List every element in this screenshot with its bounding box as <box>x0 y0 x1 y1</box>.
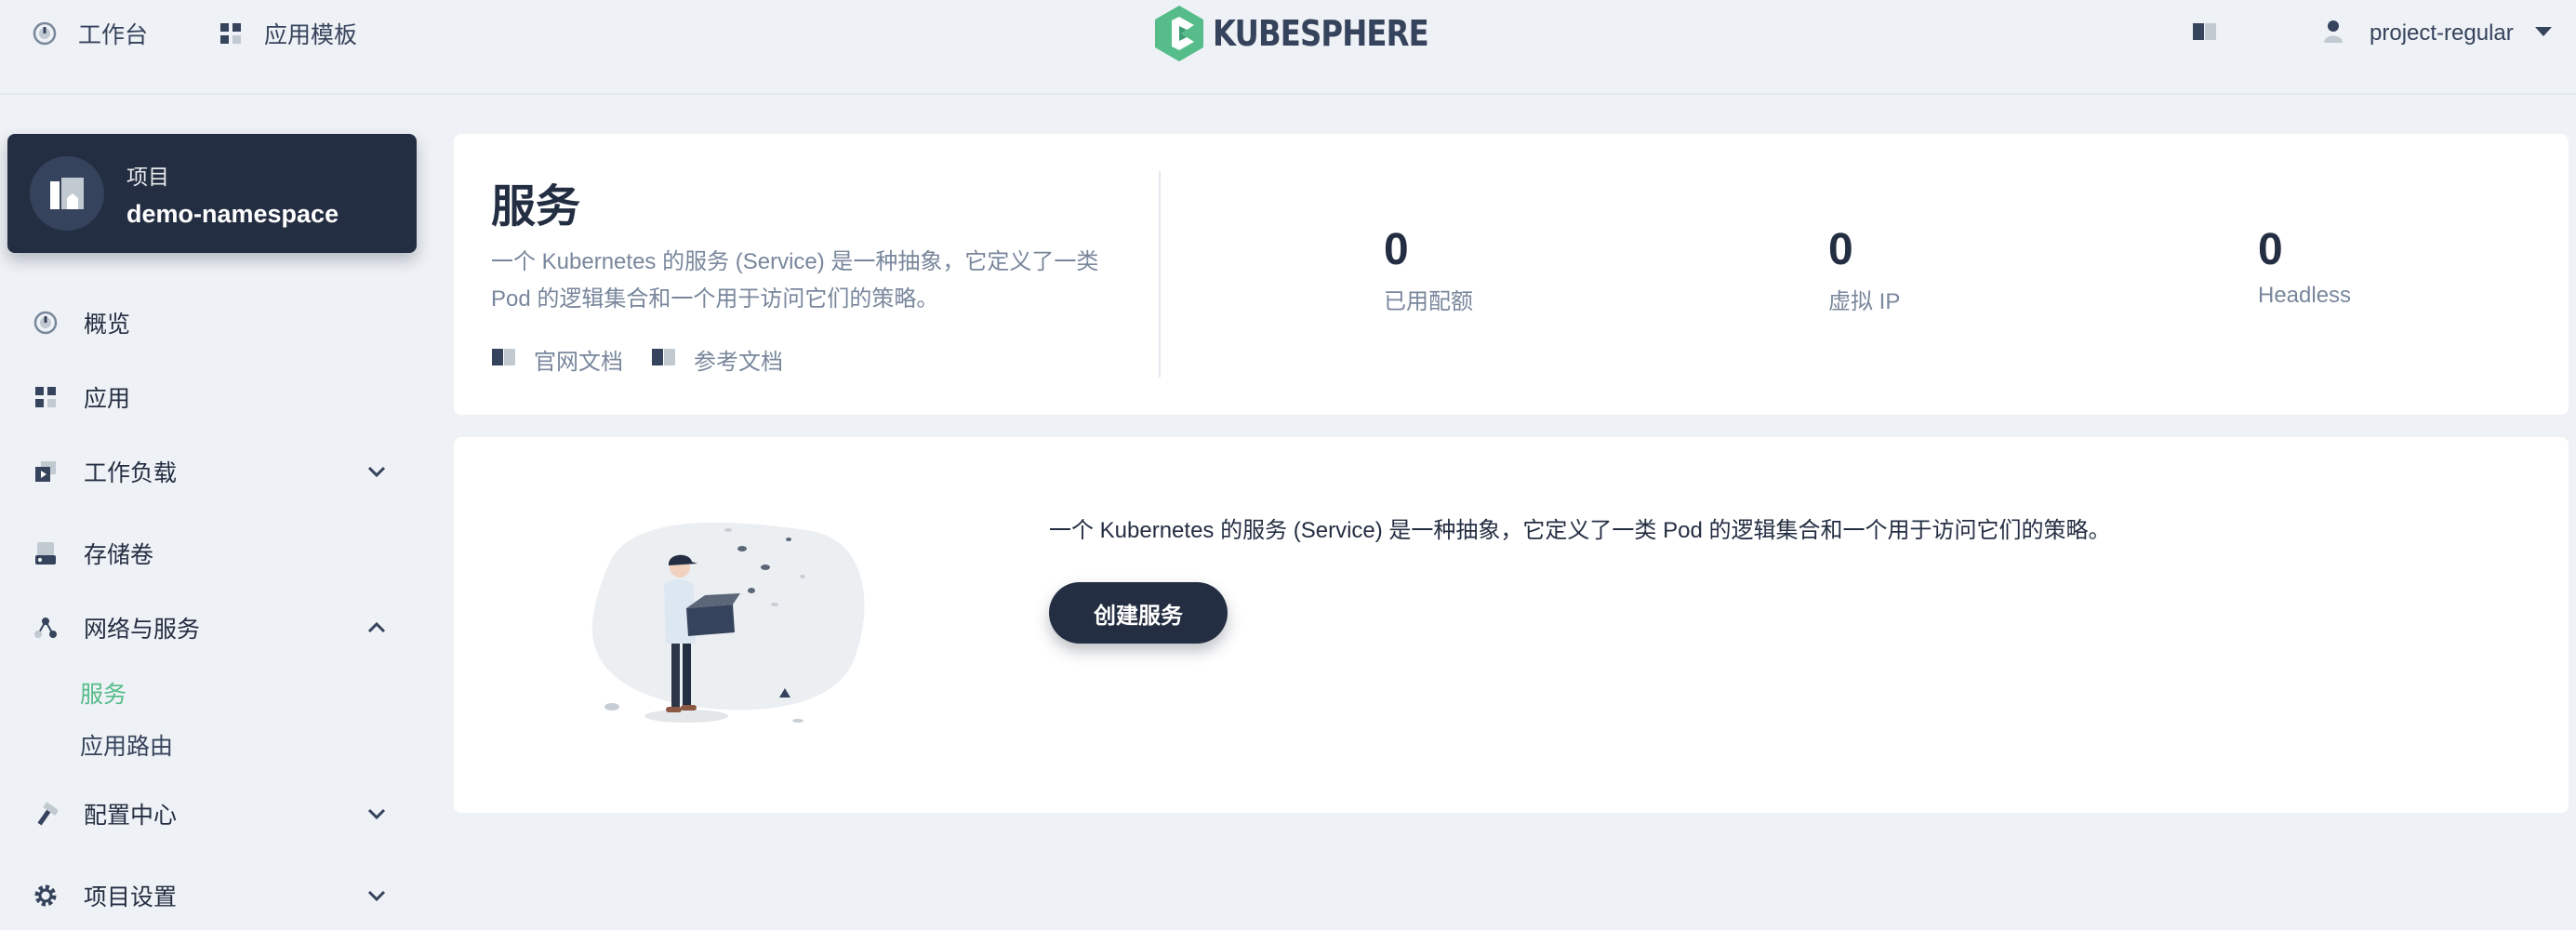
create-service-button[interactable]: 创建服务 <box>1049 582 1228 644</box>
docs-button[interactable] <box>2191 13 2219 54</box>
empty-state-card: 一个 Kubernetes 的服务 (Service) 是一种抽象，它定义了一类… <box>454 437 2569 813</box>
stat-value: 0 <box>1828 225 1853 274</box>
stat-label: 已用配额 <box>1384 289 1473 314</box>
sidebar-subitem-routes[interactable]: 应用路由 <box>80 726 173 764</box>
appcenter-icon <box>32 383 60 411</box>
sidebar-item-label: 项目设置 <box>84 884 178 910</box>
reference-docs-link[interactable]: 参考文档 <box>651 343 783 376</box>
empty-state-message: 一个 Kubernetes 的服务 (Service) 是一种抽象，它定义了一类… <box>1049 518 2111 543</box>
sidebar-item-volumes[interactable]: 存储卷 <box>0 525 418 581</box>
stat-value: 0 <box>1384 225 1409 274</box>
sidebar-item-workloads[interactable]: 工作负载 <box>0 444 418 499</box>
stat-virtual-ip: 0 虚拟 IP <box>1828 227 1900 315</box>
sidebar-item-network[interactable]: 网络与服务 <box>0 600 418 656</box>
network-icon <box>32 614 60 642</box>
official-docs-link[interactable]: 官网文档 <box>491 343 623 376</box>
gear-icon <box>32 882 60 910</box>
nav-app-templates-label: 应用模板 <box>264 22 358 48</box>
project-name: demo-namespace <box>126 199 339 228</box>
sidebar-item-settings[interactable]: 项目设置 <box>0 868 418 923</box>
banner-divider <box>1159 171 1161 378</box>
stat-value: 0 <box>2258 225 2283 274</box>
nav-workbench[interactable]: 工作台 <box>28 15 148 52</box>
book-icon <box>491 347 517 372</box>
reference-docs-label: 参考文档 <box>694 349 783 375</box>
logo-text: KUBESPHERE <box>1213 13 1429 54</box>
project-icon <box>50 178 84 209</box>
project-kind: 项目 <box>126 164 169 189</box>
appcenter-icon <box>214 17 247 50</box>
page-title: 服务 <box>491 182 581 232</box>
stat-label: Headless <box>2258 283 2352 308</box>
project-card[interactable]: 项目 demo-namespace <box>7 134 417 253</box>
sidebar-subitem-services[interactable]: 服务 <box>80 674 126 711</box>
nav-workbench-label: 工作台 <box>78 22 149 48</box>
sidebar-item-label: 应用 <box>84 386 131 412</box>
backup-icon <box>32 458 60 485</box>
project-avatar <box>30 156 104 231</box>
official-docs-label: 官网文档 <box>534 349 623 375</box>
sidebar-item-apps[interactable]: 应用 <box>0 369 418 425</box>
caret-down-icon <box>2534 25 2553 43</box>
book-icon <box>651 347 677 372</box>
dashboard-icon <box>28 17 61 50</box>
hammer-icon <box>32 800 60 828</box>
sidebar-item-overview[interactable]: 概览 <box>0 295 418 351</box>
user-icon <box>2321 19 2345 49</box>
sidebar-item-label: 网络与服务 <box>84 617 201 643</box>
chevron-down-icon <box>365 802 389 826</box>
sidebar-item-label: 工作负载 <box>84 460 178 486</box>
chevron-up-icon <box>365 616 389 640</box>
service-banner: 服务 一个 Kubernetes 的服务 (Service) 是一种抽象，它定义… <box>454 134 2569 415</box>
sidebar-item-label: 存储卷 <box>84 542 154 568</box>
doc-links: 官网文档 参考文档 <box>491 340 811 378</box>
user-menu[interactable]: project-regular <box>2321 13 2553 54</box>
sidebar-item-label: 概览 <box>84 312 131 338</box>
sidebar-item-config[interactable]: 配置中心 <box>0 786 418 842</box>
kubesphere-logo-icon <box>1155 6 1203 61</box>
stat-headless: 0 Headless <box>2258 227 2351 309</box>
book-icon <box>2191 20 2219 47</box>
stat-quota-used: 0 已用配额 <box>1384 227 1473 315</box>
username: project-regular <box>2370 20 2514 46</box>
chevron-down-icon <box>365 884 389 908</box>
sidebar-item-label: 配置中心 <box>84 803 178 829</box>
empty-box-illustration <box>591 522 865 723</box>
kubesphere-logo[interactable]: KUBESPHERE <box>1153 4 1467 63</box>
stat-label: 虚拟 IP <box>1828 289 1901 314</box>
nav-app-templates[interactable]: 应用模板 <box>214 15 357 52</box>
storage-icon <box>32 539 60 567</box>
chevron-down-icon <box>365 459 389 484</box>
dashboard-icon <box>32 309 60 337</box>
top-navbar: 工作台 应用模板 KUBESPHERE project-regular <box>0 0 2576 95</box>
page-description: 一个 Kubernetes 的服务 (Service) 是一种抽象，它定义了一类… <box>491 249 1099 312</box>
